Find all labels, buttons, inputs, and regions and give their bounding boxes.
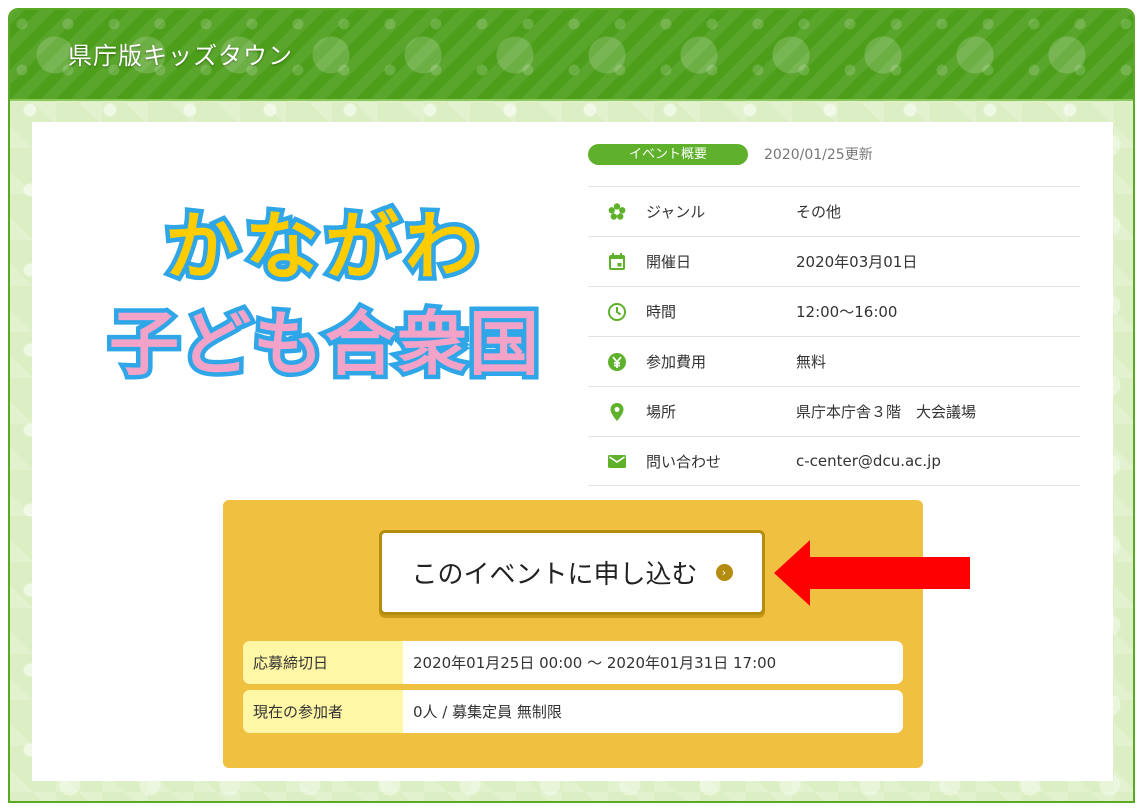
- deadline-value: 2020年01月25日 00:00 〜 2020年01月31日 17:00: [413, 654, 777, 672]
- deadline-row: 応募締切日 2020年01月25日 00:00 〜 2020年01月31日 17…: [243, 641, 903, 684]
- calendar-icon: [588, 252, 646, 272]
- info-row-genre: ジャンル その他: [588, 186, 1080, 236]
- site-title[interactable]: 県庁版キッズタウン: [68, 36, 293, 71]
- info-label: 時間: [646, 303, 677, 321]
- location-pin-icon: [588, 402, 646, 422]
- info-label: ジャンル: [646, 203, 706, 221]
- event-panel: かながわ 子ども合衆国 イベント概要 2020/01/25更新 ジャンル その他…: [32, 122, 1113, 781]
- updated-date: 2020/01/25更新: [764, 147, 873, 163]
- flower-icon: [588, 202, 646, 222]
- info-row-place: 場所 県庁本庁舎３階 大会議場: [588, 386, 1080, 436]
- logo-line-1: かながわ: [165, 204, 485, 290]
- event-logo: かながわ 子ども合衆国: [105, 200, 544, 390]
- event-overview-tag: イベント概要: [588, 143, 748, 165]
- page-frame: 県庁版キッズタウン かながわ 子ども合衆国 イベント概要 2020/01/25更…: [8, 8, 1135, 803]
- clock-icon: [588, 302, 646, 322]
- yen-icon: [588, 352, 646, 372]
- info-value: 12:00〜16:00: [796, 303, 898, 321]
- event-info: イベント概要 2020/01/25更新 ジャンル その他 開催日 2020年03…: [588, 142, 1080, 486]
- participants-row: 現在の参加者 0人 / 募集定員 無制限: [243, 690, 903, 733]
- site-header: 県庁版キッズタウン: [10, 10, 1133, 101]
- info-label: 参加費用: [646, 353, 707, 371]
- mail-icon: [588, 451, 646, 471]
- info-label: 問い合わせ: [646, 452, 722, 471]
- apply-button-label: このイベントに申し込む: [411, 560, 698, 590]
- logo-line-2: 子ども合衆国: [109, 303, 541, 385]
- participants-value: 0人 / 募集定員 無制限: [413, 703, 562, 721]
- info-row-fee: 参加費用 無料: [588, 336, 1080, 386]
- info-row-contact: 問い合わせ c-center@dcu.ac.jp: [588, 436, 1080, 486]
- deadline-label: 応募締切日: [243, 641, 403, 684]
- info-header: イベント概要 2020/01/25更新: [588, 142, 1080, 166]
- info-value: その他: [796, 203, 842, 221]
- red-arrow-annotation: [774, 540, 970, 606]
- info-value: 無料: [796, 353, 827, 371]
- info-row-time: 時間 12:00〜16:00: [588, 286, 1080, 336]
- info-label: 開催日: [646, 253, 692, 271]
- apply-event-button[interactable]: このイベントに申し込む ›: [379, 530, 765, 615]
- info-value[interactable]: c-center@dcu.ac.jp: [796, 452, 941, 470]
- participants-label: 現在の参加者: [243, 690, 403, 733]
- chevron-right-icon: ›: [715, 564, 733, 581]
- info-value: 2020年03月01日: [796, 253, 918, 271]
- info-label: 場所: [646, 403, 677, 421]
- info-row-date: 開催日 2020年03月01日: [588, 236, 1080, 286]
- info-value: 県庁本庁舎３階 大会議場: [796, 403, 977, 421]
